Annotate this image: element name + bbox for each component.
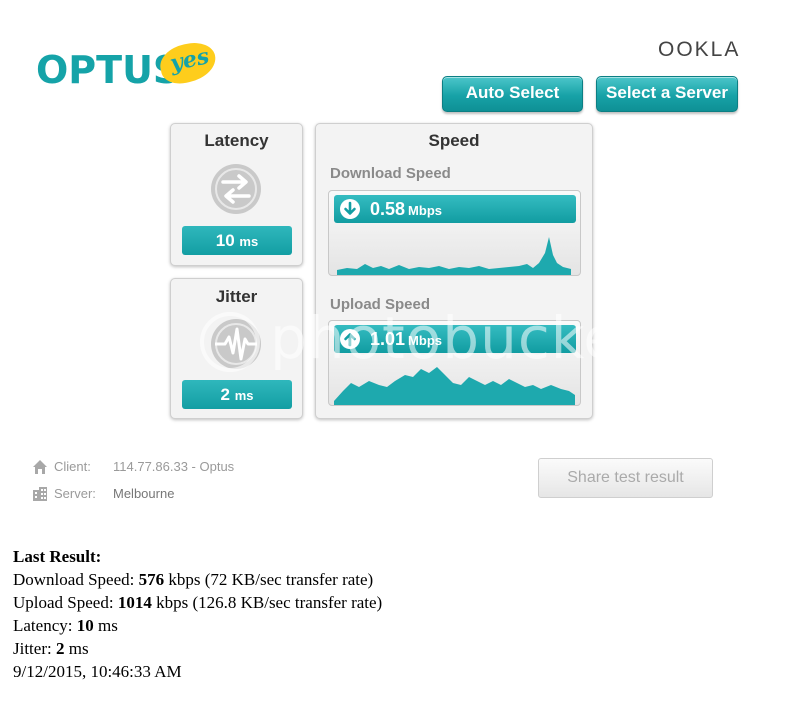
latency-value: 10: [215, 231, 235, 250]
last-result-timestamp: 9/12/2015, 10:46:33 AM: [13, 662, 182, 681]
upload-speed-bar: 1.01 Mbps: [334, 325, 576, 353]
jitter-title: Jitter: [215, 287, 258, 306]
jitter-value: 2: [220, 385, 230, 404]
latency-value-badge: 10 ms: [182, 226, 292, 255]
jitter-unit: ms: [234, 388, 254, 403]
upload-speed-label: Upload Speed: [330, 296, 431, 313]
last-result-upload: Upload Speed: 1014 kbps (126.8 KB/sec tr…: [13, 593, 383, 612]
download-arrow-icon: [340, 199, 360, 219]
client-label: Client:: [54, 459, 91, 474]
upload-speed-unit: Mbps: [408, 333, 442, 348]
latency-title: Latency: [204, 131, 269, 150]
last-result-section: Last Result: Download Speed: 576 kbps (7…: [13, 545, 382, 683]
server-label: Server:: [54, 486, 96, 501]
upload-graph: 1.01 Mbps: [328, 320, 581, 406]
last-result-heading: Last Result:: [13, 547, 102, 566]
jitter-wave-icon: [211, 319, 261, 369]
last-result-download: Download Speed: 576 kbps (72 KB/sec tran…: [13, 570, 374, 589]
latency-panel: Latency 10 ms: [170, 123, 303, 266]
share-button-label: Share test result: [567, 469, 684, 486]
download-graph-area: [337, 237, 571, 275]
upload-speed-value: 1.01: [370, 329, 406, 349]
upload-graph-area: [334, 367, 575, 405]
last-result-jitter: Jitter: 2 ms: [13, 639, 89, 658]
download-speed-bar: 0.58 Mbps: [334, 195, 576, 223]
home-icon: [33, 460, 47, 474]
latency-unit: ms: [239, 234, 259, 249]
download-speed-readout: 0.58 Mbps: [370, 195, 442, 225]
upload-speed-readout: 1.01 Mbps: [370, 325, 442, 355]
auto-select-button[interactable]: Auto Select: [442, 76, 583, 112]
last-result-latency: Latency: 10 ms: [13, 616, 118, 635]
speed-title: Speed: [428, 131, 480, 150]
download-graph: 0.58 Mbps: [328, 190, 581, 276]
logo-wordmark: OPTUS: [36, 48, 181, 92]
ookla-logo: OOKLA: [658, 38, 741, 61]
server-value: Melbourne: [113, 486, 175, 501]
speed-panel: Speed Download Speed 0.58 Mbps Upload Spe…: [315, 123, 593, 419]
download-speed-unit: Mbps: [408, 203, 442, 218]
upload-arrow-icon: [340, 329, 360, 349]
download-speed-value: 0.58: [370, 199, 406, 219]
jitter-panel: Jitter 2 ms: [170, 278, 303, 419]
download-speed-label: Download Speed: [330, 165, 451, 182]
building-icon: [33, 487, 47, 501]
jitter-value-badge: 2 ms: [182, 380, 292, 409]
select-server-button[interactable]: Select a Server: [596, 76, 738, 112]
latency-arrows-icon: [211, 164, 261, 214]
client-value: 114.77.86.33 - Optus: [113, 459, 235, 474]
share-test-result-button[interactable]: Share test result: [538, 458, 713, 498]
optus-logo: OPTUS yes: [36, 38, 226, 94]
